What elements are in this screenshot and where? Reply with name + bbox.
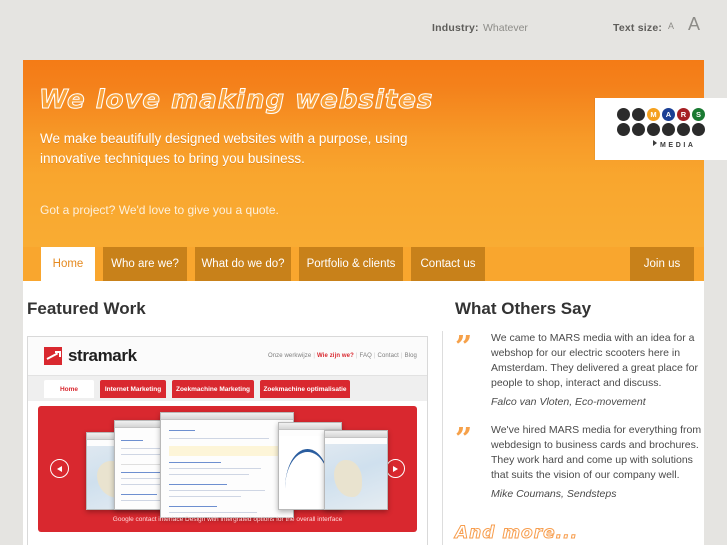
link-separator: | (355, 353, 358, 359)
stramark-tab-home[interactable]: Home (44, 380, 94, 398)
quote-mark-icon: ” (455, 422, 473, 457)
carousel-next-icon[interactable] (386, 459, 405, 478)
carousel-prev-icon[interactable] (50, 459, 69, 478)
testimonial-author: Mike Coumans, Sendsteps (491, 488, 617, 500)
link-separator: | (373, 353, 376, 359)
nav-item-portfolio-clients[interactable]: Portfolio & clients (299, 247, 403, 281)
text-size-label: Text size: (613, 22, 663, 34)
nav-item-home[interactable]: Home (41, 247, 95, 281)
stramark-link-blog[interactable]: Blog (405, 353, 417, 359)
featured-work-heading: Featured Work (27, 299, 146, 318)
industry-label: Industry: (432, 22, 479, 34)
text-size-small-button[interactable]: A (668, 21, 674, 31)
carousel-caption: Google contact interface Design with int… (112, 516, 343, 523)
play-triangle-icon (653, 140, 657, 146)
nav-item-label: Who are we? (111, 258, 179, 270)
logo-dot-dark (677, 123, 690, 136)
stramark-link-faq[interactable]: FAQ (360, 353, 372, 359)
testimonial-text: We've hired MARS media for everything fr… (491, 424, 702, 481)
stramark-tab-zoekmachine-optimalisatie[interactable]: Zoekmachine optimalisatie (260, 380, 350, 398)
testimonial-author: Falco van Vloten, Eco-movement (491, 396, 646, 408)
main-navigation: Home Who are we? What do we do? Portfolio &… (23, 247, 704, 281)
logo-dot-dark (692, 123, 705, 136)
carousel-thumb (324, 430, 388, 510)
nav-item-who-are-we[interactable]: Who are we? (103, 247, 187, 281)
link-separator: | (400, 353, 403, 359)
quote-mark-icon: ” (455, 330, 473, 365)
logo-dot-dark (647, 123, 660, 136)
stramark-tabbar: Home Internet Marketing Zoekmachine Market… (28, 375, 427, 401)
stramark-link-wie-zijn-we[interactable]: Wie zijn we? (317, 353, 354, 359)
stramark-header: stramark Onze werkwijze | Wie zijn we? | FAQ… (28, 337, 427, 375)
text-size-large-button[interactable]: A (688, 14, 700, 35)
stramark-site-name: stramark (68, 346, 137, 365)
logo-dot-s: S (692, 108, 705, 121)
stramark-top-links[interactable]: Onze werkwijze | Wie zijn we? | FAQ | Contact |… (268, 353, 417, 359)
top-utility-bar-inner: Industry: Whatever Text size: A A (23, 0, 704, 60)
thumb-titlebar (279, 423, 341, 430)
industry-selector[interactable]: Whatever (483, 22, 528, 34)
logo-dot-dark (662, 123, 675, 136)
top-utility-bar: Industry: Whatever Text size: A A (0, 0, 727, 60)
column-divider (442, 331, 443, 545)
hero-subtitle: We make beautifully designed websites wi… (40, 131, 408, 166)
nav-item-label: Home (52, 258, 84, 270)
mars-media-logo[interactable]: M A R S MEDIA (595, 98, 727, 160)
main-content: Featured Work What Others Say stramark O… (23, 281, 704, 545)
logo-dot-m: M (647, 108, 660, 121)
logo-dot-r: R (677, 108, 690, 121)
and-more-link[interactable]: And more... (454, 523, 578, 544)
stramark-tab-internet-marketing[interactable]: Internet Marketing (100, 380, 166, 398)
logo-dot-dark (617, 123, 630, 136)
nav-item-label: Portfolio & clients (306, 258, 396, 270)
join-us-button[interactable]: Join us (630, 247, 694, 281)
thumb-titlebar (161, 413, 293, 420)
testimonials-heading: What Others Say (455, 299, 592, 318)
thumb-titlebar (325, 431, 387, 438)
hero-title: We love making websites (38, 85, 434, 116)
stramark-carousel[interactable]: Google contact interface Design with int… (38, 406, 417, 532)
stramark-logo-icon (44, 347, 62, 365)
featured-work-screenshot[interactable]: stramark Onze werkwijze | Wie zijn we? | FAQ… (27, 336, 428, 545)
testimonial-text: We came to MARS media with an idea for a… (491, 332, 698, 389)
stramark-tab-label: Zoekmachine optimalisatie (263, 385, 347, 393)
logo-tagline-text: MEDIA (660, 142, 696, 149)
nav-item-contact-us[interactable]: Contact us (411, 247, 485, 281)
stramark-tab-label: Internet Marketing (104, 385, 162, 393)
stramark-tab-label: Home (59, 385, 79, 393)
logo-dot-a: A (662, 108, 675, 121)
logo-tagline: MEDIA (653, 140, 696, 149)
logo-dot-row-bottom (617, 123, 705, 136)
nav-item-label: Contact us (420, 258, 476, 270)
map-thumbnail (325, 444, 387, 509)
stramark-tab-zoekmachine-marketing[interactable]: Zoekmachine Marketing (172, 380, 254, 398)
stramark-link-onze-werkwijze[interactable]: Onze werkwijze (268, 353, 311, 359)
join-us-label: Join us (643, 258, 681, 270)
logo-dot-grid: M A R S (617, 108, 705, 138)
logo-dot-row-top: M A R S (617, 108, 705, 121)
nav-item-label: What do we do? (201, 258, 285, 270)
page-root: Industry: Whatever Text size: A A We lov… (0, 0, 727, 545)
nav-item-what-do-we-do[interactable]: What do we do? (195, 247, 291, 281)
logo-dot-dark (632, 123, 645, 136)
stramark-link-contact[interactable]: Contact (378, 353, 399, 359)
logo-dot-dark (617, 108, 630, 121)
link-separator: | (313, 353, 316, 359)
carousel-thumb-active (160, 412, 294, 518)
hero-quote-cta[interactable]: Got a project? We'd love to give you a q… (40, 203, 279, 217)
stramark-tab-label: Zoekmachine Marketing (175, 385, 251, 393)
thumb-body (325, 438, 387, 509)
thumb-body (161, 420, 293, 517)
logo-dot-dark (632, 108, 645, 121)
